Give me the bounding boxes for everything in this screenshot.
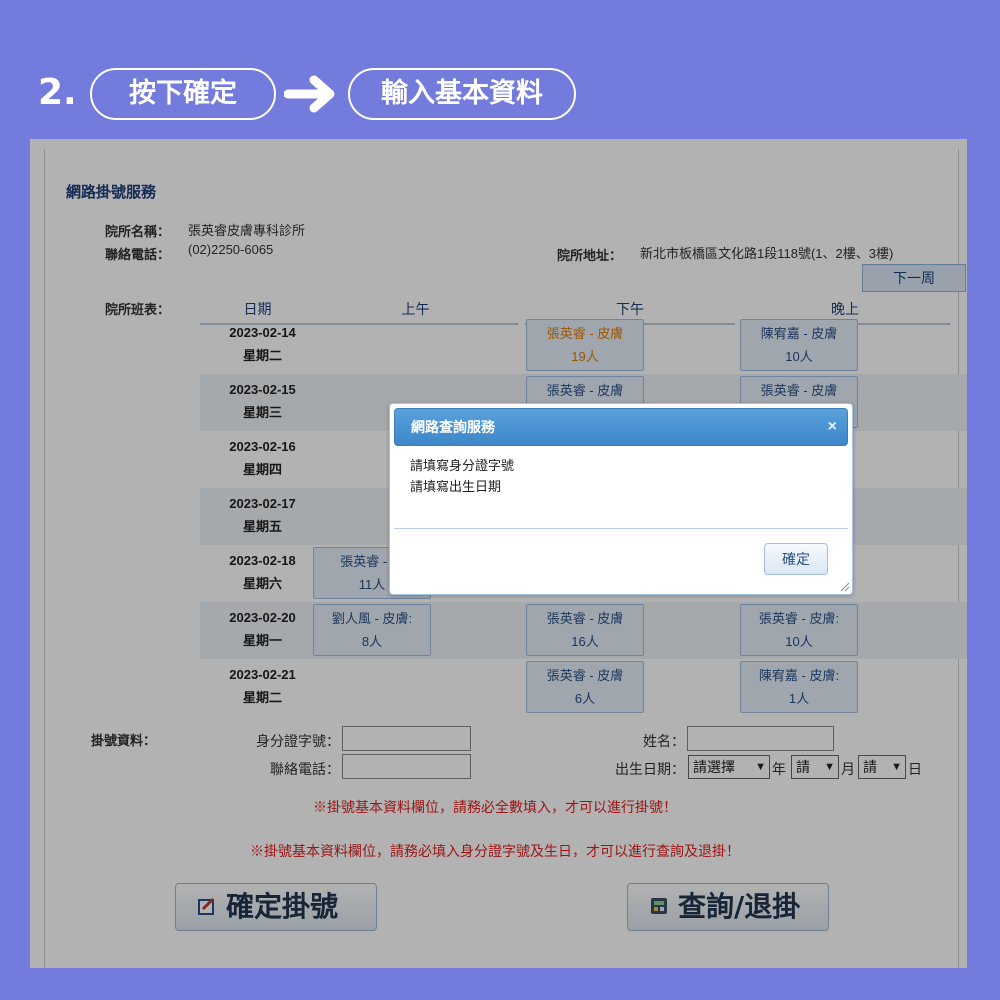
dialog-message-birth: 請填寫出生日期 bbox=[410, 479, 502, 494]
step-action-label: 按下確定 bbox=[90, 68, 276, 120]
arrow-right-icon bbox=[284, 75, 335, 113]
dialog-title: 網路查詢服務 bbox=[411, 419, 495, 435]
dialog-divider bbox=[394, 528, 848, 529]
step-result-label: 輸入基本資料 bbox=[348, 68, 576, 120]
dialog-message-id: 請填寫身分證字號 bbox=[410, 458, 515, 473]
close-icon[interactable]: × bbox=[828, 409, 837, 445]
dialog-titlebar: 網路查詢服務 × bbox=[394, 408, 848, 446]
resize-grip-icon[interactable] bbox=[838, 580, 850, 592]
alert-dialog: 網路查詢服務 × 請填寫身分證字號 請填寫出生日期 確定 bbox=[389, 403, 853, 595]
step-number: 2. bbox=[38, 72, 77, 113]
dialog-ok-button[interactable]: 確定 bbox=[764, 543, 828, 575]
